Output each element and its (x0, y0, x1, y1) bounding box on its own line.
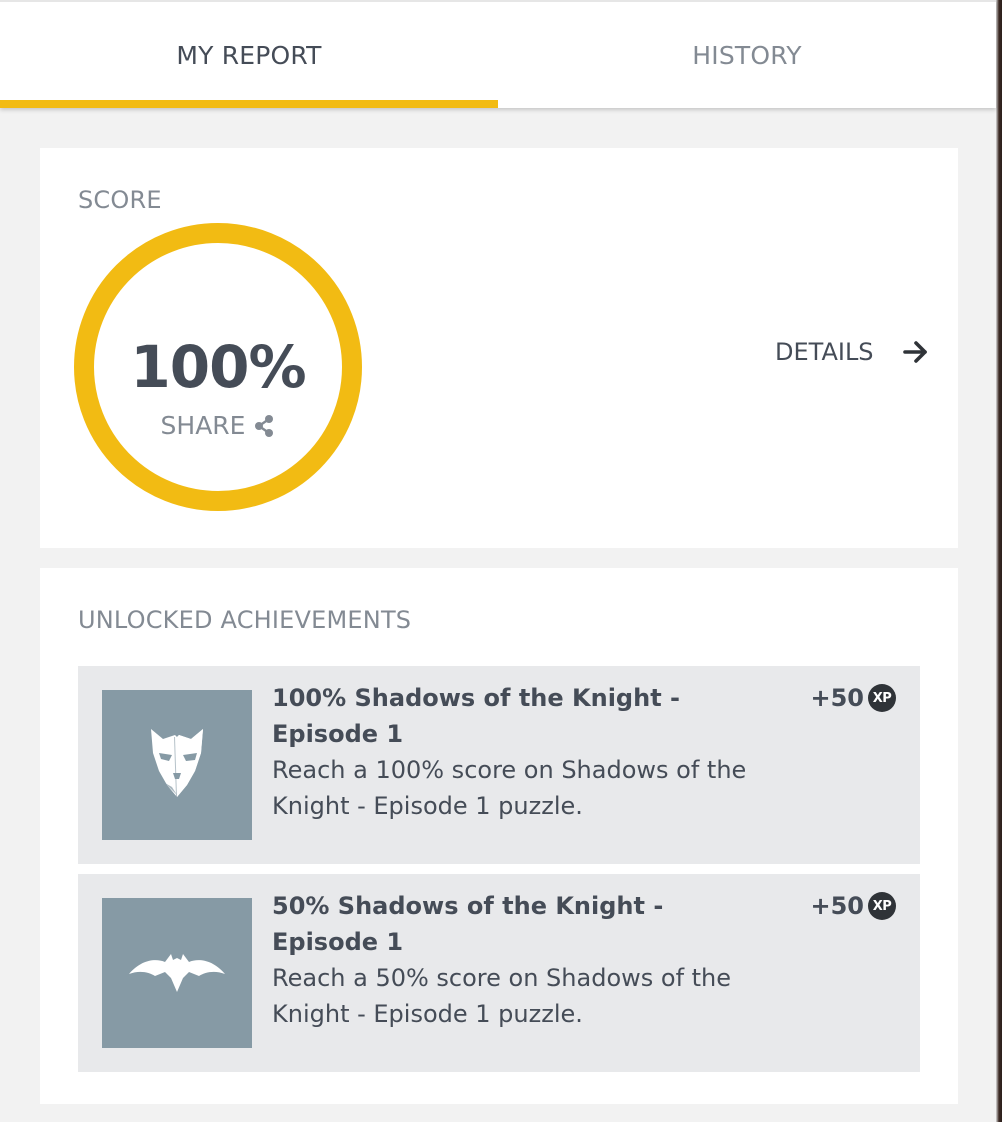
xp-value: +50 (810, 892, 864, 920)
tab-my-report-label: MY REPORT (176, 40, 322, 70)
score-section-label: SCORE (78, 186, 162, 214)
xp-icon: XP (868, 892, 896, 920)
achievement-text: 100% Shadows of the Knight - Episode 1 R… (272, 680, 762, 824)
share-label: SHARE (160, 411, 246, 440)
achievement-item[interactable]: 50% Shadows of the Knight - Episode 1 Re… (78, 874, 920, 1072)
achievement-item[interactable]: 100% Shadows of the Knight - Episode 1 R… (78, 666, 920, 864)
details-label: DETAILS (775, 338, 874, 366)
achievement-text: 50% Shadows of the Knight - Episode 1 Re… (272, 888, 762, 1032)
achievement-title: 100% Shadows of the Knight - Episode 1 (272, 684, 680, 748)
achievement-description: Reach a 50% score on Shadows of the Knig… (272, 964, 732, 1028)
score-ring: 100% SHARE (74, 223, 362, 511)
share-icon (253, 414, 275, 438)
achievements-section-label: UNLOCKED ACHIEVEMENTS (78, 606, 412, 634)
score-card: SCORE 100% SHARE DETAILS (40, 148, 958, 548)
tab-history-label: HISTORY (692, 40, 802, 70)
achievement-xp: +50 XP (810, 684, 896, 712)
mask-icon (145, 723, 209, 807)
achievements-card: UNLOCKED ACHIEVEMENTS 100% Shadows of th… (40, 568, 958, 1104)
active-tab-indicator (0, 100, 498, 108)
share-button[interactable]: SHARE (94, 411, 342, 440)
tab-my-report[interactable]: MY REPORT (0, 2, 498, 108)
window-edge (996, 0, 1002, 1122)
xp-value: +50 (810, 684, 864, 712)
xp-icon: XP (868, 684, 896, 712)
tab-history[interactable]: HISTORY (498, 2, 996, 108)
achievement-description: Reach a 100% score on Shadows of the Kni… (272, 756, 747, 820)
achievement-title: 50% Shadows of the Knight - Episode 1 (272, 892, 664, 956)
achievement-thumbnail (102, 898, 252, 1048)
details-link[interactable]: DETAILS (775, 338, 930, 366)
tab-bar: MY REPORT HISTORY (0, 0, 996, 108)
arrow-right-icon (902, 339, 930, 365)
achievement-thumbnail (102, 690, 252, 840)
bat-icon (127, 946, 227, 1000)
achievement-xp: +50 XP (810, 892, 896, 920)
report-panel: MY REPORT HISTORY SCORE 100% SHARE DETAI… (0, 0, 1002, 1122)
score-value: 100% (130, 333, 306, 401)
